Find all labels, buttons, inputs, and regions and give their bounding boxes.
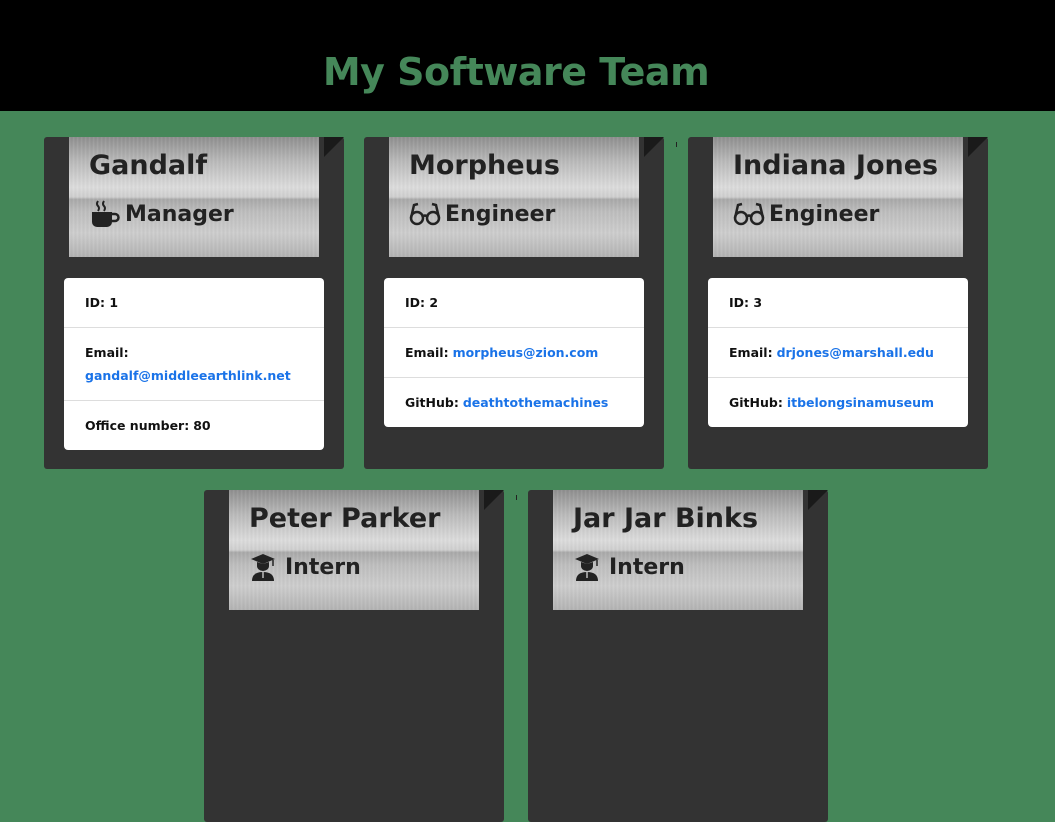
employee-id: ID: 3	[729, 295, 763, 310]
employee-name: Morpheus	[409, 150, 560, 181]
employee-email-row: Email: morpheus@zion.com	[384, 327, 644, 377]
employee-card: Gandalf Manager ID: 1 Email: gandalf@mid…	[44, 137, 344, 469]
role-label: Engineer	[445, 201, 556, 227]
email-link[interactable]: morpheus@zion.com	[453, 345, 599, 360]
glasses-icon	[409, 199, 441, 229]
role-label: Intern	[285, 554, 361, 580]
email-link[interactable]: drjones@marshall.edu	[777, 345, 934, 360]
employee-details-list: ID: 3 Email: drjones@marshall.edu GitHub…	[708, 278, 968, 427]
github-row: GitHub: deathtothemachines	[384, 377, 644, 427]
employee-id: ID: 2	[405, 295, 439, 310]
page-header: My Software Team	[0, 0, 1055, 111]
employee-id: ID: 1	[85, 295, 119, 310]
employee-name: Jar Jar Binks	[573, 503, 759, 534]
employee-role: Intern	[249, 550, 361, 584]
employee-role: Manager	[89, 197, 234, 231]
employee-email-row: Email: gandalf@middleearthlink.net	[64, 327, 324, 400]
role-label: Engineer	[769, 201, 880, 227]
employee-card: Peter Parker Intern	[204, 490, 504, 822]
employee-role: Engineer	[733, 197, 879, 231]
card-header: Jar Jar Binks Intern	[553, 490, 803, 610]
github-link[interactable]: deathtothemachines	[463, 395, 609, 410]
card-corner	[484, 490, 504, 510]
coffee-cup-icon	[89, 199, 121, 229]
card-corner	[808, 490, 828, 510]
employee-card: Morpheus Engineer ID: 2 Email: morpheus@…	[364, 137, 664, 469]
role-label: Manager	[125, 201, 234, 227]
employee-role: Intern	[573, 550, 685, 584]
github-row: GitHub: itbelongsinamuseum	[708, 377, 968, 427]
employee-name: Indiana Jones	[733, 150, 939, 181]
card-corner	[644, 137, 664, 157]
employee-name: Peter Parker	[249, 503, 441, 534]
card-corner	[968, 137, 988, 157]
employee-card: Indiana Jones Engineer ID: 3 Email: drjo…	[688, 137, 988, 469]
card-header: Gandalf Manager	[69, 137, 319, 257]
divider-tick	[676, 142, 677, 147]
employee-details-list: ID: 2 Email: morpheus@zion.com GitHub: d…	[384, 278, 644, 427]
glasses-icon	[733, 199, 765, 229]
card-header: Indiana Jones Engineer	[713, 137, 963, 257]
card-header: Peter Parker Intern	[229, 490, 479, 610]
employee-email-row: Email: drjones@marshall.edu	[708, 327, 968, 377]
email-link[interactable]: gandalf@middleearthlink.net	[85, 368, 291, 383]
card-corner	[324, 137, 344, 157]
page-title: My Software Team	[322, 50, 710, 94]
graduate-icon	[573, 552, 605, 582]
card-header: Morpheus Engineer	[389, 137, 639, 257]
role-label: Intern	[609, 554, 685, 580]
employee-card: Jar Jar Binks Intern	[528, 490, 828, 822]
divider-tick	[516, 495, 517, 500]
employee-name: Gandalf	[89, 150, 208, 181]
office-number-row: Office number: 80	[64, 400, 324, 450]
graduate-icon	[249, 552, 281, 582]
github-link[interactable]: itbelongsinamuseum	[787, 395, 934, 410]
employee-role: Engineer	[409, 197, 555, 231]
employee-details-list: ID: 1 Email: gandalf@middleearthlink.net…	[64, 278, 324, 450]
